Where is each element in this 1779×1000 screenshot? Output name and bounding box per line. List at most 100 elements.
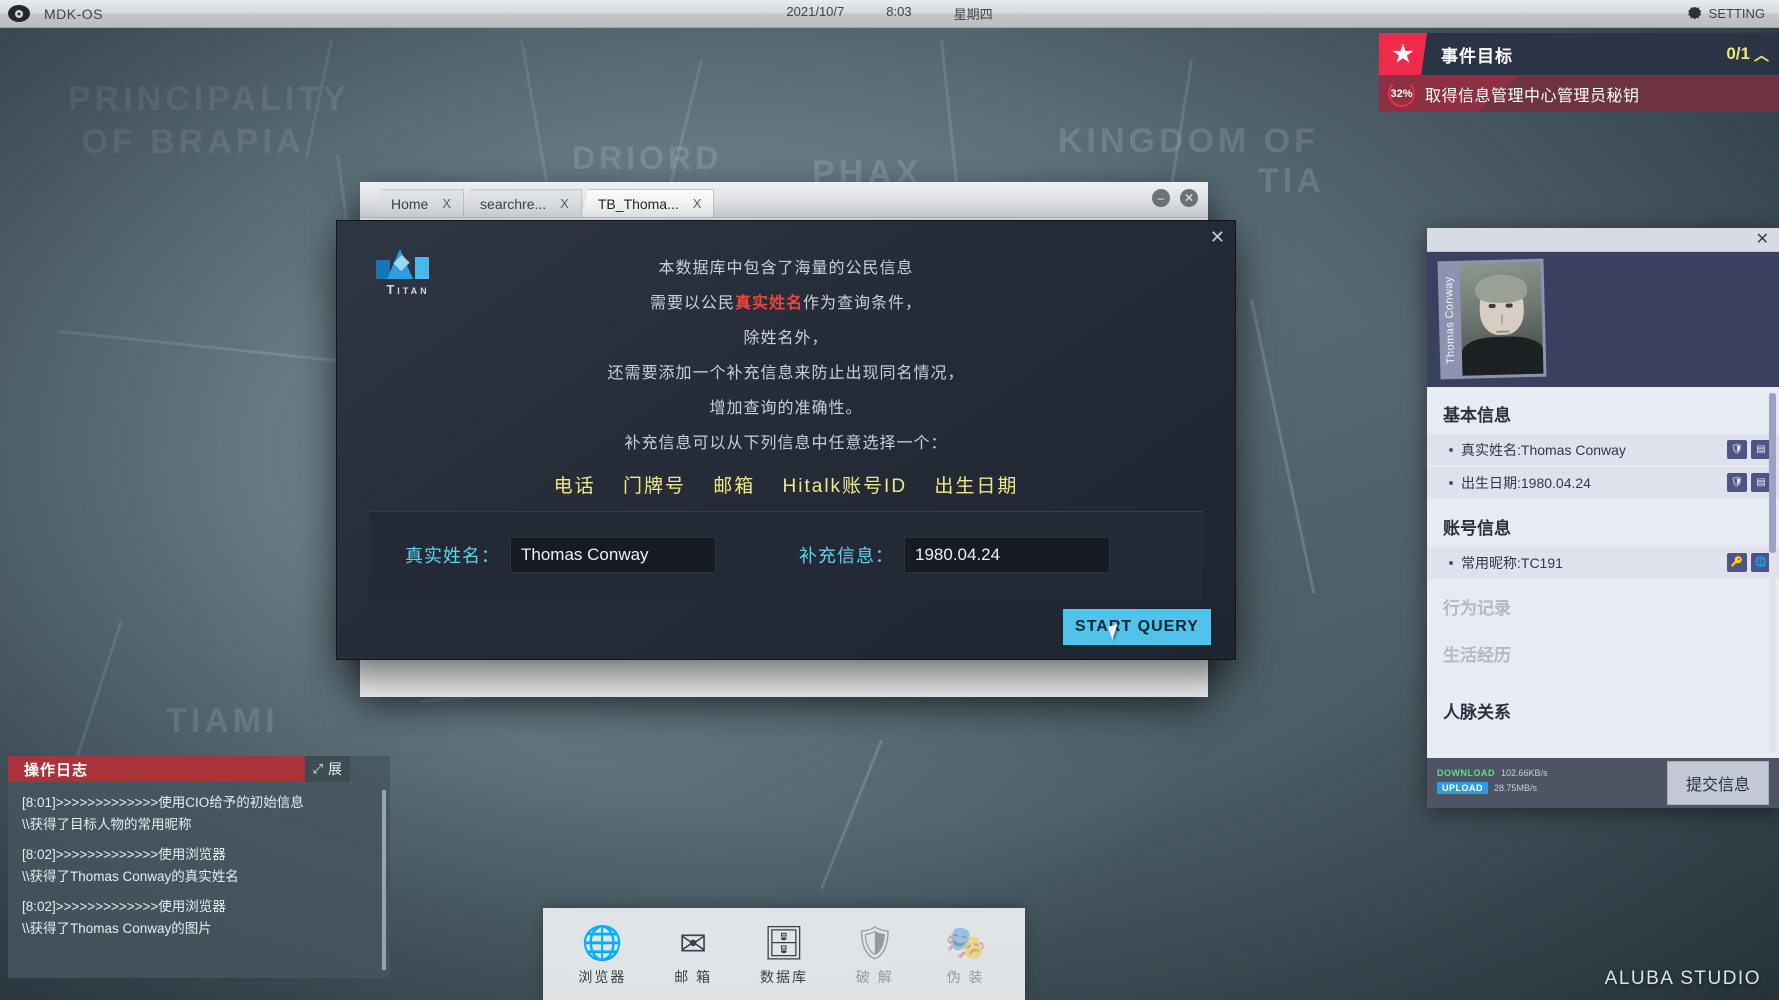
close-icon[interactable]: X <box>560 196 569 211</box>
dock-label: 数据库 <box>759 969 808 985</box>
weekday-label: 星期四 <box>953 7 993 22</box>
log-scrollbar[interactable] <box>382 790 386 970</box>
person-details-list[interactable]: 基本信息 真实姓名:Thomas Conway 🛡 ▤ 出生日期:1980.04… <box>1427 387 1779 758</box>
quest-progress: 32% <box>1388 80 1415 107</box>
section-title: 行为记录 <box>1443 599 1511 618</box>
section-title: 人脉关系 <box>1443 703 1511 722</box>
instruction-line: 除姓名外， <box>743 330 829 347</box>
quest-title: 事件目标 <box>1441 46 1513 66</box>
portrait-frame: Thomas Conway <box>1437 258 1547 380</box>
dock-label: 破 解 <box>855 969 894 985</box>
globe-icon[interactable]: 🌐 <box>1751 553 1771 572</box>
browser-window-controls: – ✕ <box>1152 189 1198 207</box>
close-icon[interactable]: X <box>442 196 451 211</box>
log-entry: [8:02]>>>>>>>>>>>>>使用浏览器 <box>22 847 226 863</box>
doc-icon[interactable]: ▤ <box>1751 473 1771 492</box>
quest-objective-row[interactable]: 32% 取得信息管理中心管理员秘钥 <box>1379 75 1779 112</box>
doc-icon[interactable]: ▤ <box>1751 440 1771 459</box>
chevron-up-icon[interactable]: ︿ <box>1754 44 1769 65</box>
supplemental-label: 补充信息： <box>799 546 894 566</box>
portrait-image <box>1459 261 1544 376</box>
bullet-icon <box>1449 480 1453 485</box>
log-entries: [8:01]>>>>>>>>>>>>>使用CIO给予的初始信息 \\获得了目标人… <box>8 782 390 940</box>
tab-label: Home <box>391 195 429 212</box>
supplemental-input[interactable]: 1980.04.24 <box>904 537 1110 573</box>
quest-header[interactable]: 事件目标 0/1 ︿ <box>1379 33 1779 75</box>
close-icon[interactable]: ✕ <box>1180 189 1198 207</box>
section-title: 账号信息 <box>1443 519 1511 538</box>
dock-item-crack[interactable]: 🛡 破 解 <box>835 921 915 987</box>
close-icon[interactable]: ✕ <box>1756 231 1769 248</box>
upload-value: 28.75MB/s <box>1494 783 1538 793</box>
submit-info-button[interactable]: 提交信息 <box>1666 761 1769 805</box>
real-name-label: 真实姓名： <box>405 546 500 566</box>
map-label: TIA <box>1258 162 1325 200</box>
key-icon[interactable]: 🔑 <box>1727 553 1747 572</box>
clock-group: 2021/10/7 8:03 星期四 <box>0 4 1779 23</box>
expand-icon: ⤢ <box>312 761 323 776</box>
shield-icon[interactable]: 🛡 <box>1727 473 1747 492</box>
instruction-line: 还需要添加一个补充信息来防止出现同名情况， <box>607 365 965 382</box>
app-dock: 🌐 浏览器 ✉ 邮 箱 🗄 数据库 🛡 破 解 🎭 伪 装 <box>543 908 1025 1000</box>
dock-item-database[interactable]: 🗄 数据库 <box>744 921 824 987</box>
minimize-icon[interactable]: – <box>1152 189 1170 207</box>
upload-tag: UPLOAD <box>1437 782 1488 794</box>
star-icon <box>1392 43 1414 63</box>
log-title: 操作日志 <box>8 756 308 782</box>
studio-watermark: ALUBA STUDIO <box>1604 968 1761 989</box>
browser-tab-home[interactable]: Home X <box>374 189 465 217</box>
close-icon[interactable]: X <box>693 196 702 211</box>
network-stats: DOWNLOAD 102.66KB/s UPLOAD 28.75MB/s <box>1437 768 1548 798</box>
person-info-text: 真实姓名:Thomas Conway <box>1461 441 1626 458</box>
instruction-post: 作为查询条件， <box>803 295 923 312</box>
real-name-input[interactable]: Thomas Conway <box>510 537 716 573</box>
dock-label: 邮 箱 <box>674 969 713 985</box>
operation-log-panel: 操作日志 ⤢ 展 [8:01]>>>>>>>>>>>>>使用CIO给予的初始信息… <box>8 756 390 978</box>
titan-query-modal: ✕ Titan 本数据库中包含了海量的公民信息 需要以公民真实姓名作为查询条件，… <box>336 220 1236 660</box>
map-label: DRIORD <box>572 140 723 176</box>
person-scrollbar-thumb[interactable] <box>1769 393 1776 553</box>
system-topbar: MDK-OS 2021/10/7 8:03 星期四 SETTING <box>0 0 1779 28</box>
dock-item-browser[interactable]: 🌐 浏览器 <box>562 921 642 987</box>
option-birthdate: 出生日期 <box>934 476 1019 497</box>
log-entry: \\获得了目标人物的常用昵称 <box>22 816 192 832</box>
section-title: 基本信息 <box>1443 406 1511 425</box>
person-info-row[interactable]: 真实姓名:Thomas Conway 🛡 ▤ <box>1427 434 1779 465</box>
portrait-name-label: Thomas Conway <box>1442 276 1458 365</box>
supplemental-options: 电话 门牌号 邮箱 Hitalk账号ID 出生日期 <box>337 471 1235 498</box>
bullet-icon <box>1449 560 1453 565</box>
real-name-field-group: 真实姓名： Thomas Conway <box>405 537 716 573</box>
person-photo-area: Thomas Conway <box>1427 252 1779 387</box>
person-info-row[interactable]: 出生日期:1980.04.24 🛡 ▤ <box>1427 467 1779 498</box>
browser-tab-tb-thomas[interactable]: TB_Thoma... X <box>580 189 715 217</box>
start-query-button[interactable]: START QUERY <box>1063 609 1211 645</box>
dock-item-mail[interactable]: ✉ 邮 箱 <box>653 921 733 987</box>
download-value: 102.66KB/s <box>1501 768 1548 778</box>
date-label: 2021/10/7 <box>786 4 845 19</box>
database-icon: 🗄 <box>763 923 805 961</box>
supplemental-field-group: 补充信息： 1980.04.24 <box>799 537 1110 573</box>
mail-icon: ✉ <box>679 924 708 962</box>
expand-label: 展 <box>328 761 342 777</box>
person-info-window: ✕ Thomas Conway 基本信息 真实姓名:Thomas Conway … <box>1427 228 1779 808</box>
person-info-row[interactable]: 常用昵称:TC191 🔑 🌐 <box>1427 547 1779 578</box>
log-entry: \\获得了Thomas Conway的图片 <box>22 920 212 936</box>
quest-panel: 事件目标 0/1 ︿ 32% 取得信息管理中心管理员秘钥 <box>1379 33 1779 112</box>
person-footer: DOWNLOAD 102.66KB/s UPLOAD 28.75MB/s 提交信… <box>1427 758 1779 808</box>
section-title: 生活经历 <box>1443 646 1511 665</box>
expand-log-button[interactable]: ⤢ 展 <box>304 756 350 782</box>
option-email: 邮箱 <box>713 476 756 497</box>
tab-label: searchre... <box>480 195 547 212</box>
instruction-line: 补充信息可以从下列信息中任意选择一个： <box>624 435 948 452</box>
dock-item-disguise[interactable]: 🎭 伪 装 <box>926 921 1006 987</box>
disguise-icon: 🎭 <box>945 923 987 961</box>
option-phone: 电话 <box>553 476 596 497</box>
shield-icon[interactable]: 🛡 <box>1727 440 1747 459</box>
log-entry: [8:01]>>>>>>>>>>>>>使用CIO给予的初始信息 <box>22 795 304 810</box>
option-hitalk-id: Hitalk账号ID <box>782 476 908 497</box>
browser-tab-searchresult[interactable]: searchre... X <box>463 189 582 217</box>
instruction-line: 增加查询的准确性。 <box>709 400 863 417</box>
browser-tabbar: Home X searchre... X TB_Thoma... X – ✕ <box>360 182 1208 218</box>
titan-instructions: 本数据库中包含了海量的公民信息 需要以公民真实姓名作为查询条件， 除姓名外， 还… <box>337 261 1235 498</box>
close-icon[interactable]: ✕ <box>1210 227 1225 248</box>
